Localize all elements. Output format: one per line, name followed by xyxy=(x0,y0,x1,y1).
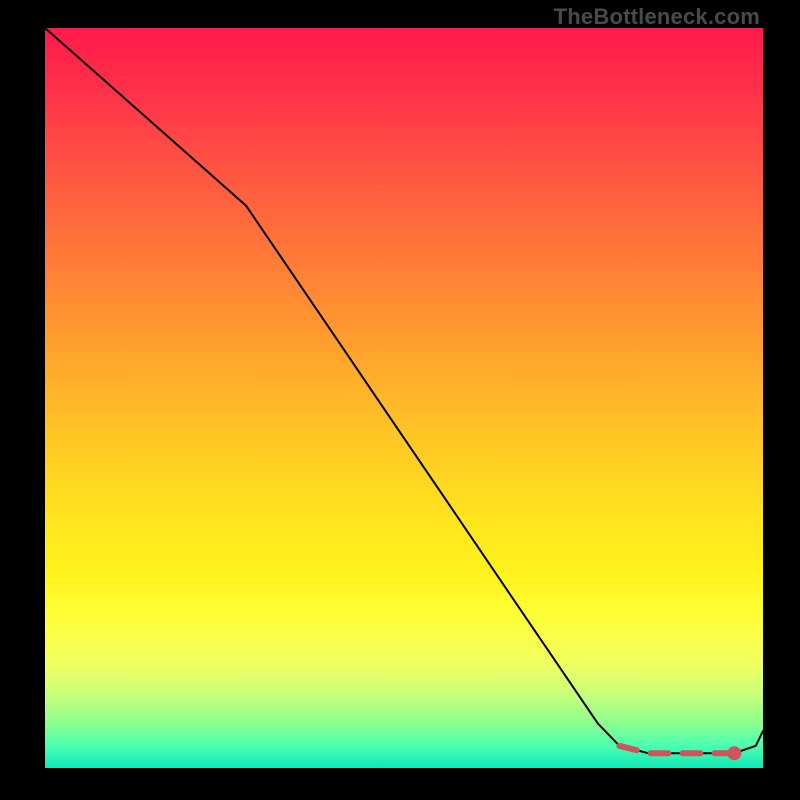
chart-frame: TheBottleneck.com xyxy=(0,0,800,800)
chart-line xyxy=(45,28,763,753)
chart-svg xyxy=(45,28,763,768)
end-marker-dot xyxy=(727,746,741,760)
valley-highlight xyxy=(619,746,734,753)
watermark-text: TheBottleneck.com xyxy=(554,4,760,30)
plot-area xyxy=(45,28,763,768)
